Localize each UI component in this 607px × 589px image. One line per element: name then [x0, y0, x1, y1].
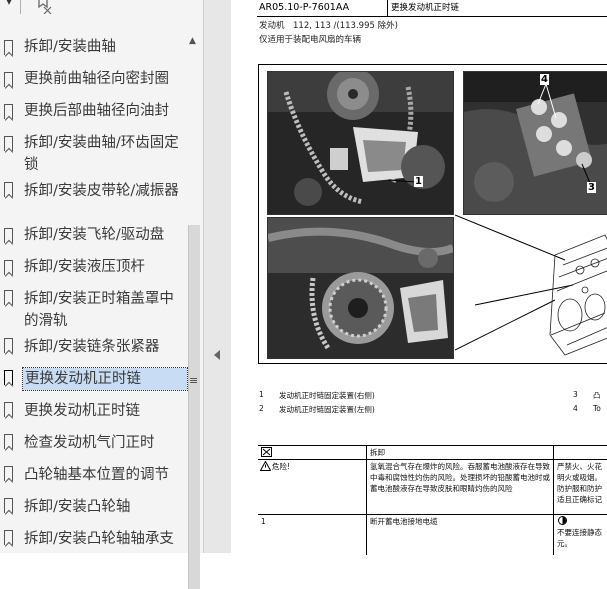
bookmark-icon — [4, 338, 13, 353]
callout-4: 4 — [540, 74, 549, 85]
legend-text: 凸 — [593, 391, 601, 400]
bookmark-label: 拆卸/安装正时箱盖罩中的滑轨 — [24, 291, 174, 329]
bookmark-icon — [4, 498, 13, 513]
bookmark-icon — [4, 370, 13, 385]
legend-text: 发动机正时链固定装置(左侧) — [279, 405, 375, 414]
callout-1: 1 — [414, 176, 423, 187]
panel-grip-icon[interactable]: ≡ — [189, 375, 198, 386]
bookmark-label: 凸轮轴基本位置的调节 — [24, 467, 169, 483]
bookmark-label: 更换发动机正时链 — [24, 403, 140, 419]
photo-timing-chain-right: 1 — [267, 71, 454, 215]
callout-3: 3 — [587, 182, 596, 193]
panel-splitter[interactable] — [203, 0, 232, 553]
step-text: 断开蓄电池接地电缆 — [370, 517, 438, 526]
bookmark-icon — [4, 466, 13, 481]
engine-line-drawing — [455, 214, 607, 356]
bookmark-icon — [4, 290, 13, 305]
bookmark-icon — [4, 434, 13, 449]
bookmark-icon — [4, 182, 13, 197]
col-divider — [553, 515, 554, 555]
document-header: AR05.10-P-7601AA 更换发动机正时链 — [257, 0, 607, 17]
bookmark-icon — [4, 402, 13, 417]
bookmark-icon — [4, 260, 13, 275]
danger-safety-text: 严禁火、火花明火或吸烟。防护服和防护适且正确标记 — [557, 462, 602, 504]
step-row: 1 断开蓄电池接地电缆 不要连接静态元。 — [258, 515, 607, 555]
col-divider — [366, 446, 367, 459]
step-note: 不要连接静态元。 — [557, 528, 602, 548]
table-header-row: 拆卸 — [258, 446, 607, 460]
toolbar-divider — [20, 0, 21, 14]
legend-text: To — [593, 404, 601, 413]
scroll-thumb[interactable] — [188, 225, 200, 589]
bookmark-icon — [4, 530, 13, 545]
document-title: 更换发动机正时链 — [391, 3, 460, 13]
bookmarks-panel: ▾ 拆卸/安装曲轴更换前曲轴径向密封圈 更换后部曲轴径向油封拆卸/安装曲轴/环齿固… — [0, 0, 203, 589]
bookmark-icon — [4, 40, 13, 55]
bookmark-icon — [4, 104, 13, 119]
bookmarks-scrollbar[interactable]: ▲ — [187, 36, 200, 589]
bookmarks-toolbar: ▾ — [0, 0, 203, 20]
bookmark-label: 拆卸/安装曲轴/环齿固定锁 — [24, 135, 179, 173]
bookmark-icon — [4, 136, 13, 151]
bookmark-label: 拆卸/安装凸轮轴 — [24, 499, 131, 515]
step-number: 1 — [261, 517, 266, 526]
bookmark-label: 拆卸/安装液压顶杆 — [24, 259, 145, 275]
note-icon — [558, 516, 567, 525]
col-divider — [366, 460, 367, 514]
header-col2: 拆卸 — [370, 448, 385, 457]
procedure-figure: 1 4 3 — [258, 64, 607, 364]
col-divider — [553, 446, 554, 459]
bookmark-label: 更换前曲轴径向密封圈 — [24, 71, 169, 87]
tool-table-icon — [261, 447, 272, 457]
bookmark-icon — [4, 228, 13, 243]
bookmark-tool-icon[interactable] — [36, 0, 54, 14]
bookmark-label: 检查发动机气门正时 — [24, 435, 155, 451]
legend-number: 1 — [259, 390, 264, 399]
document-page: AR05.10-P-7601AA 更换发动机正时链 发动机 112, 113 /… — [231, 0, 607, 555]
bookmark-label: 拆卸/安装链条张紧器 — [24, 339, 160, 355]
col-divider — [366, 515, 367, 555]
legend-number: 3 — [573, 390, 578, 399]
bookmark-label: 更换发动机正时链 — [22, 367, 188, 391]
legend-number: 2 — [259, 404, 264, 413]
bookmark-label: 更换后部曲轴径向油封 — [24, 103, 169, 119]
applicability-note: 仅适用于装配电风扇的车辆 — [259, 35, 362, 45]
bookmark-label: 拆卸/安装凸轮轴轴承支 — [24, 531, 174, 547]
bookmark-label: 拆卸/安装皮带轮/减振器 — [24, 183, 179, 199]
header-divider — [387, 0, 388, 16]
danger-label: 危险! — [272, 462, 291, 471]
legend-text: 发动机正时链固定装置(右侧) — [279, 391, 375, 400]
col-divider — [553, 460, 554, 514]
warning-triangle-icon — [260, 461, 271, 471]
collapse-panel-icon[interactable] — [214, 350, 220, 360]
bookmark-label: 拆卸/安装飞轮/驱动盘 — [24, 227, 165, 243]
bookmark-icon — [4, 72, 13, 87]
instruction-table: 拆卸 危险! 氢氧混合气存在爆炸的风险。吞服蓄电池酸液存在导致中毒和腐蚀性灼伤的… — [258, 445, 607, 555]
danger-row: 危险! 氢氧混合气存在爆炸的风险。吞服蓄电池酸液存在导致中毒和腐蚀性灼伤的风险。… — [258, 460, 607, 515]
danger-text: 氢氧混合气存在爆炸的风险。吞服蓄电池酸液存在导致中毒和腐蚀性灼伤的风险。处理损坏… — [370, 462, 550, 493]
document-code: AR05.10-P-7601AA — [259, 2, 350, 13]
photo-timing-chain-left — [267, 217, 454, 359]
scroll-up-arrow-icon[interactable]: ▲ — [189, 36, 196, 46]
engine-line: 发动机 112, 113 /(113.995 除外) — [259, 21, 398, 31]
photo-camshaft-region: 4 3 — [463, 71, 607, 215]
options-dropdown-icon[interactable]: ▾ — [6, 0, 12, 8]
bookmark-label: 拆卸/安装曲轴 — [24, 39, 116, 55]
legend-number: 4 — [573, 404, 578, 413]
